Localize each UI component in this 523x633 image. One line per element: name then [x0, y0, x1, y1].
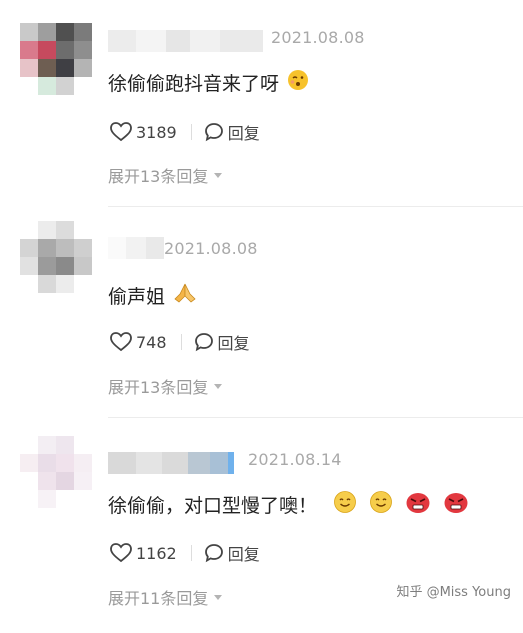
comment-bubble-icon [194, 333, 213, 352]
heart-icon [110, 332, 132, 352]
comment-actions: 748 回复 [110, 330, 250, 354]
chevron-down-icon [214, 172, 223, 178]
username[interactable] [108, 30, 263, 52]
action-divider [190, 124, 192, 140]
like-button[interactable]: 748 [110, 332, 167, 352]
action-divider [190, 545, 192, 561]
comment-body: 徐偷偷，对口型慢了噢！ [108, 495, 318, 517]
comment-item: 2021.08.08 徐偷偷跑抖音来了呀 3189 回复 展开13条回复 [0, 0, 523, 211]
like-count: 3189 [136, 122, 177, 142]
comment-date: 2021.08.08 [271, 28, 365, 47]
comment-actions: 1162 回复 [110, 541, 260, 565]
like-button[interactable]: 1162 [110, 543, 177, 563]
watermark: 知乎 @Miss Young [396, 585, 511, 600]
comment-date: 2021.08.08 [164, 239, 258, 258]
angry-face-emoji-icon [443, 490, 469, 519]
comment-text: 徐偷偷，对口型慢了噢！ [108, 490, 469, 519]
comment-body: 徐偷偷跑抖音来了呀 [108, 73, 280, 95]
reply-button[interactable]: 回复 [204, 120, 260, 144]
comment-bubble-icon [204, 123, 223, 142]
username[interactable] [108, 237, 164, 259]
comment-item: 2021.08.08 偷声姐 748 回复 展开13条回复 [0, 211, 523, 422]
expand-replies-button[interactable]: 展开11条回复 [108, 585, 223, 609]
avatar[interactable] [20, 23, 92, 95]
like-count: 748 [136, 332, 167, 352]
smile-face-emoji-icon [369, 490, 393, 519]
chevron-down-icon [214, 383, 223, 389]
pray-hands-emoji-icon [173, 282, 197, 309]
reply-button[interactable]: 回复 [194, 330, 250, 354]
heart-icon [110, 122, 132, 142]
heart-icon [110, 543, 132, 563]
expand-replies-label: 展开11条回复 [108, 589, 209, 608]
comment-actions: 3189 回复 [110, 120, 260, 144]
comment-bubble-icon [204, 544, 223, 563]
comment-divider [108, 417, 523, 418]
blush-kiss-emoji-icon [287, 69, 309, 96]
avatar[interactable] [20, 436, 92, 508]
comment-body: 偷声姐 [108, 286, 166, 308]
comment-text: 偷声姐 [108, 282, 197, 309]
comment-date: 2021.08.14 [248, 450, 342, 469]
username[interactable] [108, 452, 234, 474]
expand-replies-button[interactable]: 展开13条回复 [108, 163, 223, 187]
reply-label: 回复 [227, 124, 260, 143]
reply-label: 回复 [217, 334, 250, 353]
expand-replies-label: 展开13条回复 [108, 378, 209, 397]
reply-button[interactable]: 回复 [204, 541, 260, 565]
smile-face-emoji-icon [333, 490, 357, 519]
expand-replies-button[interactable]: 展开13条回复 [108, 374, 223, 398]
chevron-down-icon [214, 594, 223, 600]
avatar[interactable] [20, 221, 92, 293]
like-count: 1162 [136, 543, 177, 563]
angry-face-emoji-icon [405, 490, 431, 519]
comment-divider [108, 206, 523, 207]
expand-replies-label: 展开13条回复 [108, 167, 209, 186]
action-divider [180, 334, 182, 350]
comment-text: 徐偷偷跑抖音来了呀 [108, 69, 309, 96]
like-button[interactable]: 3189 [110, 122, 177, 142]
comment-item: 2021.08.14 徐偷偷，对口型慢了噢！ 1162 回复 展开11条回复 [0, 422, 523, 633]
reply-label: 回复 [227, 545, 260, 564]
